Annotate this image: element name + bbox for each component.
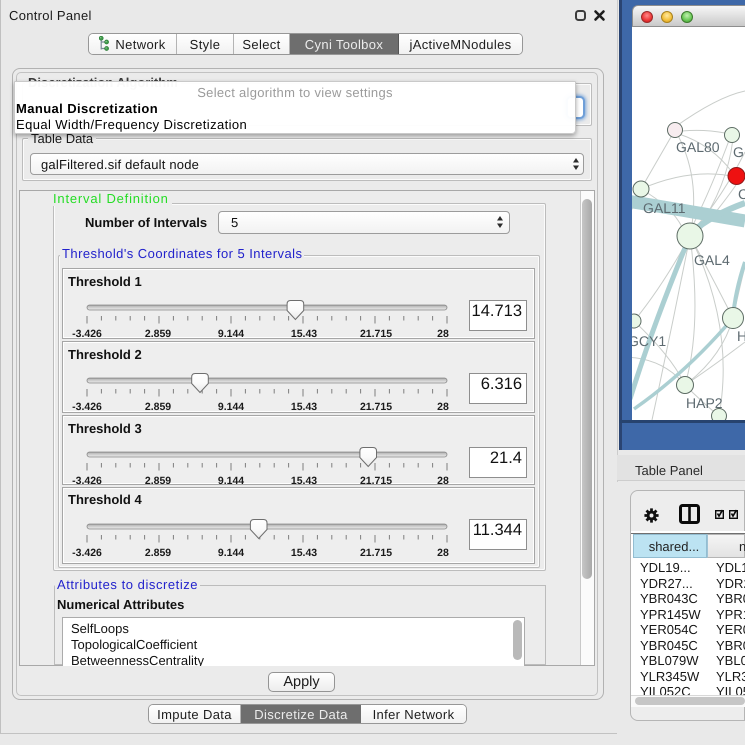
svg-text:21.715: 21.715 [360,547,392,559]
svg-text:15.43: 15.43 [291,328,317,339]
svg-text:HAP2: HAP2 [686,395,723,411]
svg-text:2.859: 2.859 [145,328,171,339]
svg-text:21.715: 21.715 [360,328,392,339]
svg-text:9.144: 9.144 [218,475,244,487]
svg-text:28: 28 [437,475,449,487]
svg-text:2.859: 2.859 [145,547,171,559]
svg-text:GCY1: GCY1 [632,333,666,349]
svg-text:-3.426: -3.426 [72,401,102,413]
svg-text:GAL11: GAL11 [643,200,686,216]
svg-text:28: 28 [437,547,449,559]
svg-text:9.144: 9.144 [218,328,244,339]
svg-text:15.43: 15.43 [291,401,317,413]
svg-text:-3.426: -3.426 [72,547,102,559]
svg-text:H: H [737,328,745,344]
svg-text:-3.426: -3.426 [72,328,102,339]
svg-text:21.715: 21.715 [360,401,392,413]
svg-text:GAL4: GAL4 [694,252,730,268]
svg-text:9.144: 9.144 [218,401,244,413]
svg-text:-3.426: -3.426 [72,475,102,487]
svg-text:GAL80: GAL80 [676,139,720,155]
svg-text:2.859: 2.859 [145,401,171,413]
svg-text:28: 28 [437,328,449,339]
svg-text:21.715: 21.715 [360,475,392,487]
svg-text:9.144: 9.144 [218,547,244,559]
svg-text:G.: G. [733,144,745,160]
svg-text:15.43: 15.43 [291,475,317,487]
svg-text:2.859: 2.859 [145,475,171,487]
svg-text:28: 28 [437,401,449,413]
svg-text:C: C [738,186,745,202]
svg-text:15.43: 15.43 [291,547,317,559]
